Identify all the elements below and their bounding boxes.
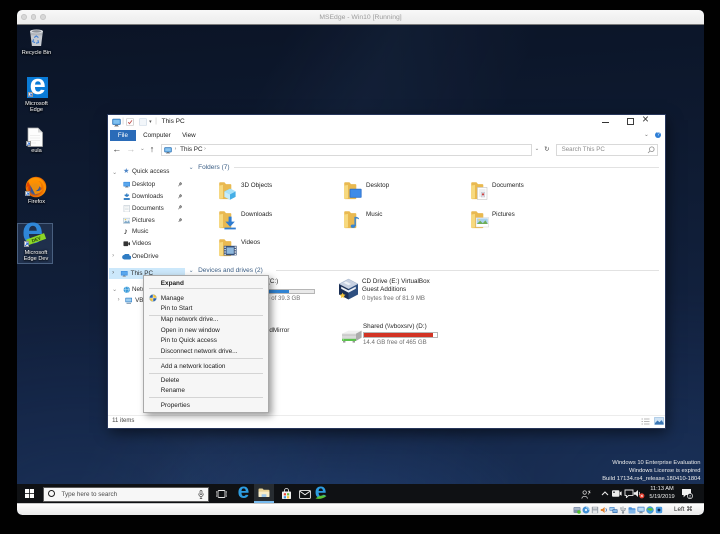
svg-text:2: 2 [688, 494, 690, 498]
